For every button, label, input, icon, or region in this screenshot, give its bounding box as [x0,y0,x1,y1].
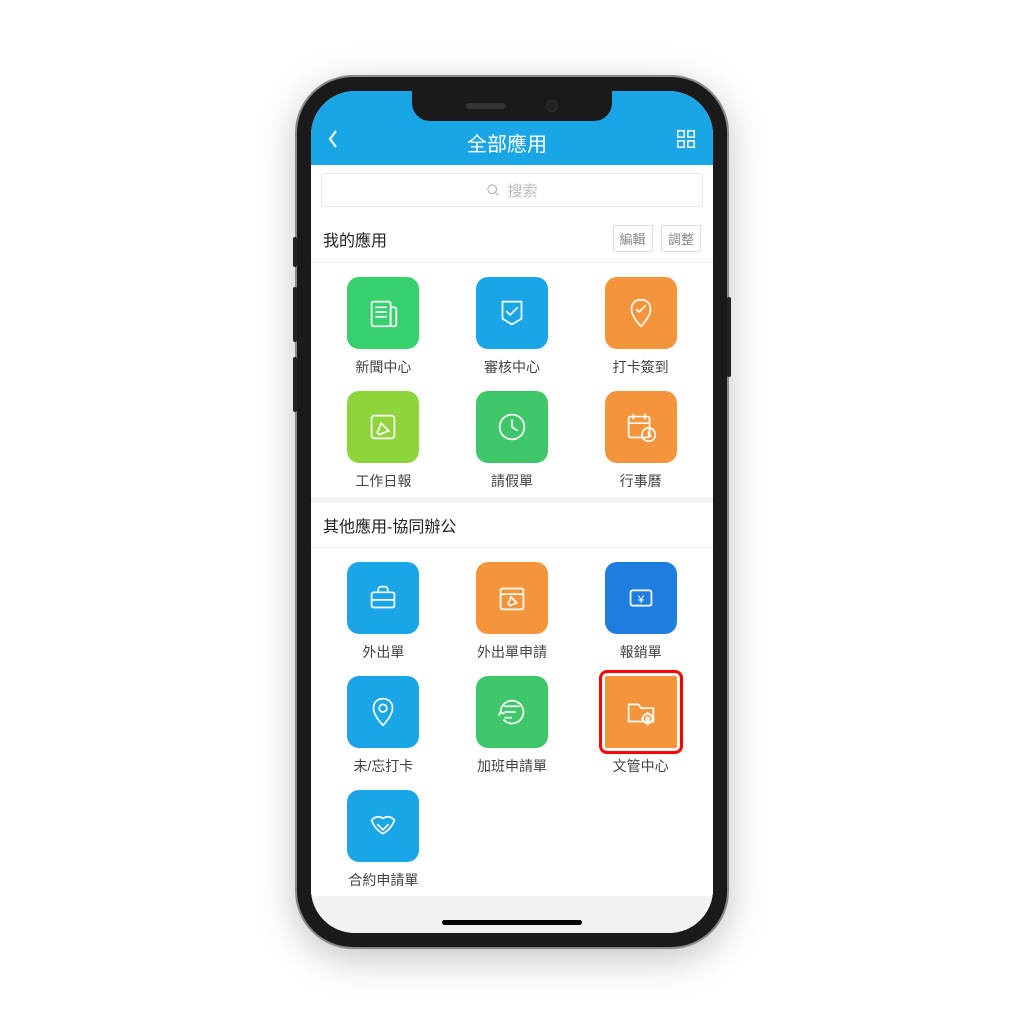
grid-other: 外出單 外出單申請 ¥ 報銷單 未/忘打卡 加班申請單 [311,548,713,896]
page-title: 全部應用 [339,128,675,157]
app-label: 未/忘打卡 [353,756,413,776]
search-icon [486,183,501,198]
search-input[interactable]: 搜索 [321,173,703,207]
app-calendar[interactable]: 行事曆 [576,391,705,491]
search-bar: 搜索 [311,165,713,215]
section-actions: 編輯 調整 [609,225,701,252]
location-check-icon [605,277,677,349]
home-indicator[interactable] [442,920,582,925]
section-head-mine: 我的應用 編輯 調整 [311,215,713,263]
app-overtime-apply[interactable]: 加班申請單 [448,676,577,776]
search-placeholder: 搜索 [507,180,537,201]
app-label: 行事曆 [620,471,662,491]
handshake-icon [347,790,419,862]
app-label: 工作日報 [355,471,411,491]
app-label: 文管中心 [613,756,669,776]
app-label: 外出單申請 [477,642,547,662]
screen: 全部應用 搜索 我的應用 編輯 調整 [311,91,713,933]
volume-up [293,287,297,342]
back-button[interactable] [327,129,339,155]
section-title-other: 其他應用-協同辦公 [323,513,456,537]
content: 我的應用 編輯 調整 新聞中心 審核中心 打卡簽到 [311,215,713,933]
app-checkin[interactable]: 打卡簽到 [576,277,705,377]
check-shield-icon [476,277,548,349]
mute-switch [293,237,297,267]
app-review-center[interactable]: 審核中心 [448,277,577,377]
app-outgoing-form[interactable]: 外出單 [319,562,448,662]
section-title-mine: 我的應用 [323,227,387,251]
app-label: 打卡簽到 [613,357,669,377]
svg-text:¥: ¥ [636,594,644,606]
volume-down [293,357,297,412]
newspaper-icon [347,277,419,349]
calendar-clock-icon [605,391,677,463]
app-label: 報銷單 [620,642,662,662]
briefcase-icon [347,562,419,634]
app-label: 合約申請單 [348,870,418,890]
clock-icon [476,391,548,463]
phone-frame: 全部應用 搜索 我的應用 編輯 調整 [297,77,727,947]
folder-gear-icon [605,676,677,748]
app-document-center[interactable]: 文管中心 [576,676,705,776]
edit-note-icon [347,391,419,463]
location-pin-icon [347,676,419,748]
grid-mine: 新聞中心 審核中心 打卡簽到 工作日報 請假單 [311,263,713,497]
app-label: 請假單 [491,471,533,491]
app-contract-apply[interactable]: 合約申請單 [319,790,448,890]
layout-grid-button[interactable] [675,128,697,156]
app-expense-form[interactable]: ¥ 報銷單 [576,562,705,662]
app-outgoing-apply[interactable]: 外出單申請 [448,562,577,662]
adjust-button[interactable]: 調整 [661,225,701,252]
app-label: 外出單 [362,642,404,662]
app-label: 審核中心 [484,357,540,377]
notch [412,91,612,121]
app-work-report[interactable]: 工作日報 [319,391,448,491]
app-news-center[interactable]: 新聞中心 [319,277,448,377]
app-missed-checkin[interactable]: 未/忘打卡 [319,676,448,776]
app-label: 加班申請單 [477,756,547,776]
power-button [727,297,731,377]
calendar-edit-icon [476,562,548,634]
history-icon [476,676,548,748]
app-label: 新聞中心 [355,357,411,377]
section-head-other: 其他應用-協同辦公 [311,503,713,548]
app-leave-form[interactable]: 請假單 [448,391,577,491]
yen-receipt-icon: ¥ [605,562,677,634]
edit-button[interactable]: 編輯 [613,225,653,252]
